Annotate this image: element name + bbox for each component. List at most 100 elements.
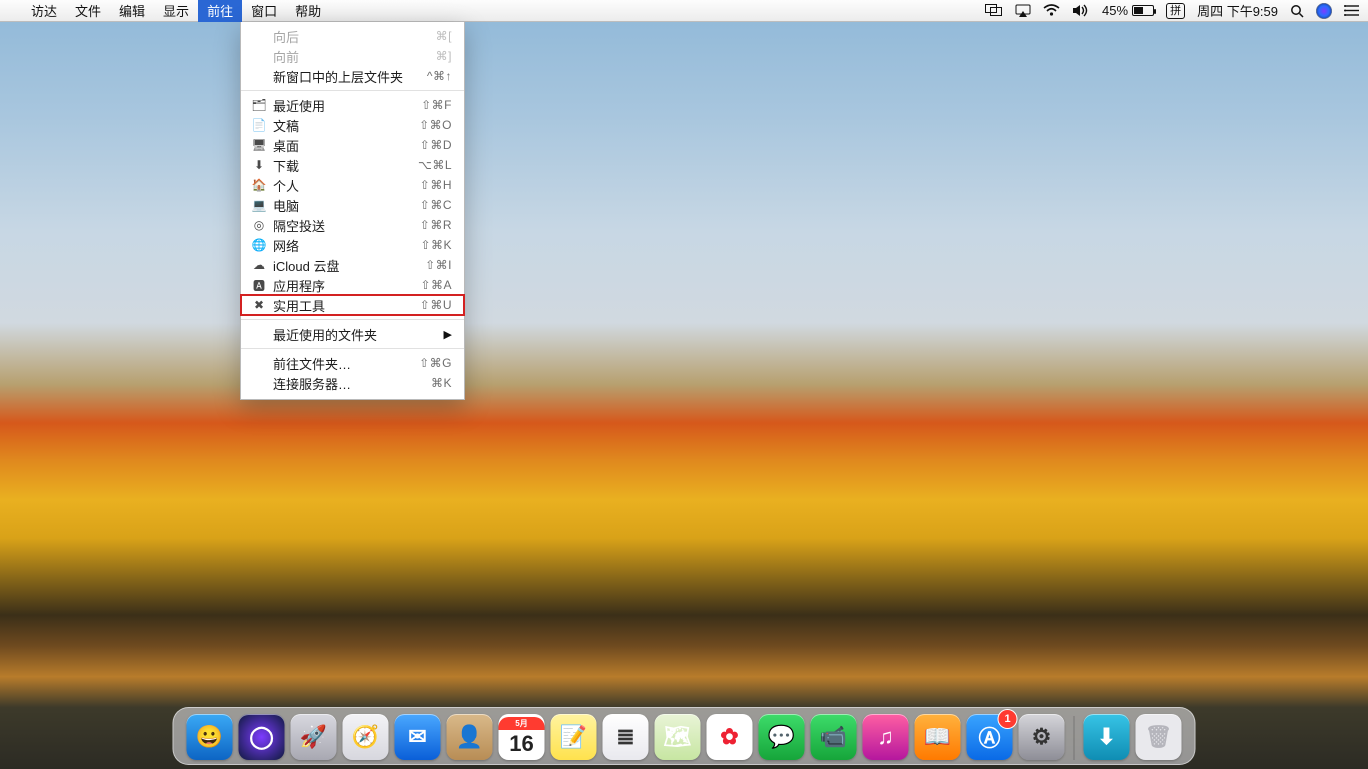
menu-item-shortcut: ^⌘↑: [427, 69, 452, 83]
battery-status[interactable]: 45%: [1102, 3, 1154, 18]
menu-item-label: 前往文件夹…: [273, 354, 419, 373]
menu-item-15[interactable]: 前往文件夹…⇧⌘G: [241, 353, 464, 373]
menu-item-label: 隔空投送: [273, 216, 420, 235]
dock-badge: 1: [999, 710, 1017, 728]
dock-maps[interactable]: 🗺: [655, 714, 701, 760]
✖︎-icon: ✖︎: [251, 298, 267, 312]
menu-item-shortcut: ⇧⌘I: [425, 258, 452, 272]
menu-window[interactable]: 窗口: [242, 0, 286, 22]
menu-item-recent-folders[interactable]: 最近使用的文件夹▶: [241, 324, 464, 344]
menu-item-shortcut: ⇧⌘O: [419, 118, 452, 132]
dock-contacts[interactable]: 👤: [447, 714, 493, 760]
menu-item-shortcut: ⇧⌘A: [420, 278, 452, 292]
screen-mirroring-icon[interactable]: [985, 4, 1003, 17]
menu-item-label: iCloud 云盘: [273, 256, 425, 275]
dock-sysprefs[interactable]: ⚙︎: [1019, 714, 1065, 760]
menu-item-9[interactable]: ◎隔空投送⇧⌘R: [241, 215, 464, 235]
wifi-icon[interactable]: [1043, 4, 1060, 17]
menu-item-shortcut: ⇧⌘R: [420, 218, 452, 232]
menu-item-6[interactable]: ⬇︎下载⌥⌘L: [241, 155, 464, 175]
dock-finder[interactable]: 😀: [187, 714, 233, 760]
⬇︎-icon: ⬇︎: [251, 158, 267, 172]
menu-item-shortcut: ⇧⌘K: [420, 238, 452, 252]
menubar-left: 访达 文件 编辑 显示 前往 窗口 帮助: [10, 0, 330, 22]
menu-item-label: 应用程序: [273, 276, 420, 295]
menu-item-5[interactable]: 🖥桌面⇧⌘D: [241, 135, 464, 155]
menu-view[interactable]: 显示: [154, 0, 198, 22]
menubar: 访达 文件 编辑 显示 前往 窗口 帮助 45% 拼 周四 下午9:59: [0, 0, 1368, 22]
battery-percent: 45%: [1102, 3, 1128, 18]
clock[interactable]: 周四 下午9:59: [1197, 1, 1278, 20]
menu-item-label: 文稿: [273, 116, 419, 135]
dock-mail[interactable]: ✉︎: [395, 714, 441, 760]
go-menu-dropdown: 向后⌘[向前⌘]新窗口中的上层文件夹^⌘↑🗂最近使用⇧⌘F📄文稿⇧⌘O🖥桌面⇧⌘…: [240, 22, 465, 400]
🌐-icon: 🌐: [251, 238, 267, 252]
input-method[interactable]: 拼: [1166, 3, 1185, 19]
dock-messages[interactable]: 💬: [759, 714, 805, 760]
dock-appstore[interactable]: Ⓐ1: [967, 714, 1013, 760]
dock-calendar[interactable]: 5月16: [499, 714, 545, 760]
menu-item-3[interactable]: 🗂最近使用⇧⌘F: [241, 95, 464, 115]
desktop-wallpaper: [0, 0, 1368, 769]
🏠-icon: 🏠: [251, 178, 267, 192]
menu-item-label: 最近使用: [273, 96, 421, 115]
dock-notes[interactable]: 📝: [551, 714, 597, 760]
dock-separator: [1074, 716, 1075, 760]
📄-icon: 📄: [251, 118, 267, 132]
battery-icon: [1132, 5, 1154, 16]
menubar-right: 45% 拼 周四 下午9:59: [973, 1, 1360, 20]
dock-trash[interactable]: 🗑: [1136, 714, 1182, 760]
menu-item-label: 向后: [273, 27, 436, 46]
menu-edit[interactable]: 编辑: [110, 0, 154, 22]
spotlight-icon[interactable]: [1290, 4, 1304, 18]
menu-item-label: 向前: [273, 47, 436, 66]
menu-item-shortcut: ⌘K: [431, 376, 452, 390]
menu-item-7[interactable]: 🏠个人⇧⌘H: [241, 175, 464, 195]
dock-ibooks[interactable]: 📖: [915, 714, 961, 760]
menu-item-label: 实用工具: [273, 296, 420, 315]
menu-item-label: 个人: [273, 176, 420, 195]
menu-go[interactable]: 前往: [198, 0, 242, 22]
dock-launchpad[interactable]: 🚀: [291, 714, 337, 760]
menu-item-shortcut: ⇧⌘C: [420, 198, 452, 212]
menu-item-16[interactable]: 连接服务器…⌘K: [241, 373, 464, 393]
menu-item-shortcut: ⇧⌘D: [420, 138, 452, 152]
🗂-icon: 🗂: [251, 98, 267, 112]
menu-item-shortcut: ⌥⌘L: [418, 158, 452, 172]
menu-item-13[interactable]: ✖︎ 实用工具⇧⌘U: [241, 295, 464, 315]
submenu-arrow-icon: ▶: [444, 328, 452, 341]
menu-item-shortcut: ⇧⌘G: [419, 356, 452, 370]
airplay-icon[interactable]: [1015, 4, 1031, 17]
dock-safari[interactable]: 🧭: [343, 714, 389, 760]
menu-item-label: 连接服务器…: [273, 374, 431, 393]
dock-siri[interactable]: ◯: [239, 714, 285, 760]
💻-icon: 💻: [251, 198, 267, 212]
dock-reminders[interactable]: ≣: [603, 714, 649, 760]
dock-photos[interactable]: ✿: [707, 714, 753, 760]
volume-icon[interactable]: [1072, 4, 1090, 17]
siri-icon[interactable]: [1316, 3, 1332, 19]
dock-downloads[interactable]: ⬇︎: [1084, 714, 1130, 760]
menu-item-4[interactable]: 📄 文稿⇧⌘O: [241, 115, 464, 135]
menu-file[interactable]: 文件: [66, 0, 110, 22]
menu-item-10[interactable]: 🌐 网络⇧⌘K: [241, 235, 464, 255]
calendar-day-label: 16: [509, 730, 533, 758]
dock: 😀◯🚀🧭✉︎👤5月16📝≣🗺✿💬📹♫📖Ⓐ1⚙︎ ⬇︎🗑: [173, 707, 1196, 765]
menu-item-8[interactable]: 💻 电脑⇧⌘C: [241, 195, 464, 215]
menu-item-label: 网络: [273, 236, 420, 255]
notification-center-icon[interactable]: [1344, 4, 1360, 17]
menu-item-label: 新窗口中的上层文件夹: [273, 67, 427, 86]
☁︎-icon: ☁︎: [251, 258, 267, 272]
menu-item-label: 桌面: [273, 136, 420, 155]
dock-facetime[interactable]: 📹: [811, 714, 857, 760]
menu-help[interactable]: 帮助: [286, 0, 330, 22]
menu-item-1: 向前⌘]: [241, 46, 464, 66]
menu-item-2[interactable]: 新窗口中的上层文件夹^⌘↑: [241, 66, 464, 86]
menu-item-shortcut: ⌘[: [436, 29, 452, 43]
menu-finder[interactable]: 访达: [22, 0, 66, 22]
menu-item-12[interactable]: 🅰︎应用程序⇧⌘A: [241, 275, 464, 295]
dock-itunes[interactable]: ♫: [863, 714, 909, 760]
menu-item-11[interactable]: ☁︎ iCloud 云盘⇧⌘I: [241, 255, 464, 275]
menu-item-label: 电脑: [273, 196, 420, 215]
menu-item-shortcut: ⇧⌘U: [420, 298, 452, 312]
